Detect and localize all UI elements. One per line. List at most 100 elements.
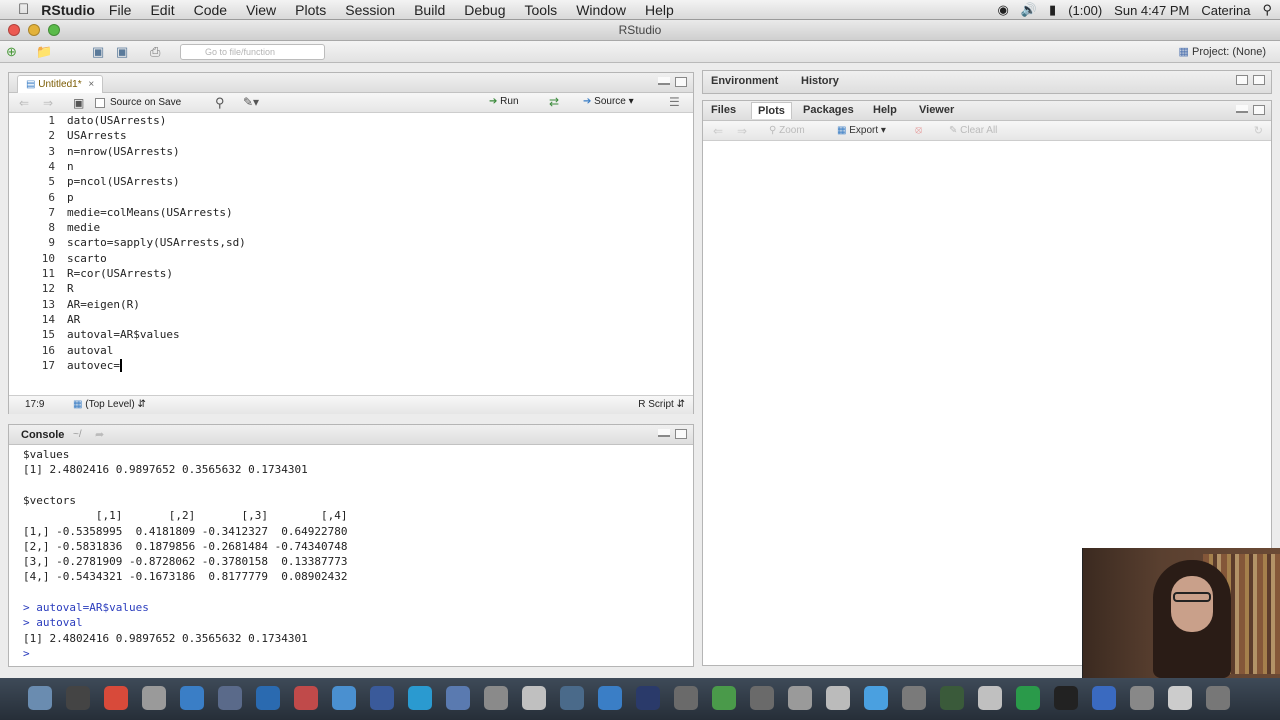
code-line[interactable]: autoval=AR$values — [67, 328, 180, 341]
menu-file[interactable]: File — [109, 2, 132, 18]
clock[interactable]: Sun 4:47 PM — [1114, 3, 1189, 18]
dock-app-icon[interactable] — [142, 686, 166, 710]
dock-app-icon[interactable] — [28, 686, 52, 710]
code-line[interactable]: autovec= — [67, 359, 120, 372]
rerun-icon[interactable]: ⇄ — [549, 95, 559, 109]
code-line[interactable]: dato(USArrests) — [67, 114, 166, 127]
source-on-save-checkbox[interactable] — [95, 98, 105, 108]
battery-icon[interactable]: ▮ — [1049, 2, 1056, 18]
run-button[interactable]: ➔ Run — [489, 96, 519, 107]
menu-view[interactable]: View — [246, 2, 276, 18]
menu-help[interactable]: Help — [645, 2, 674, 18]
goto-file-input[interactable]: Go to file/function — [180, 44, 325, 60]
dock-app-icon[interactable] — [1168, 686, 1192, 710]
dock-app-icon[interactable] — [864, 686, 888, 710]
menu-window[interactable]: Window — [576, 2, 626, 18]
tab-history[interactable]: History — [801, 75, 839, 87]
minimize-pane-button[interactable] — [658, 429, 670, 437]
dock-app-icon[interactable] — [940, 686, 964, 710]
menu-tools[interactable]: Tools — [525, 2, 558, 18]
dock-app-icon[interactable] — [294, 686, 318, 710]
find-icon[interactable]: ⚲ — [215, 95, 225, 111]
close-tab-icon[interactable]: × — [88, 79, 94, 90]
code-line[interactable]: AR — [67, 313, 80, 326]
code-line[interactable]: autoval — [67, 344, 113, 357]
close-window-button[interactable] — [8, 24, 20, 36]
dock-app-icon[interactable] — [1054, 686, 1078, 710]
code-line[interactable]: n — [67, 160, 74, 173]
tab-viewer[interactable]: Viewer — [919, 104, 954, 116]
console-output[interactable]: $values [1] 2.4802416 0.9897652 0.3565632… — [9, 445, 693, 666]
next-plot-icon[interactable]: ⇒ — [737, 124, 747, 138]
maximize-pane-button[interactable] — [1253, 105, 1265, 115]
dock-app-icon[interactable] — [636, 686, 660, 710]
save-icon[interactable]: ▣ — [92, 44, 104, 60]
back-arrow-icon[interactable]: ⇐ — [19, 96, 29, 110]
maximize-pane-button[interactable] — [675, 429, 687, 439]
dock-app-icon[interactable] — [522, 686, 546, 710]
code-line[interactable]: scarto=sapply(USArrests,sd) — [67, 236, 246, 249]
tab-environment[interactable]: Environment — [711, 75, 778, 87]
dock-app-icon[interactable] — [712, 686, 736, 710]
minimize-window-button[interactable] — [28, 24, 40, 36]
menu-session[interactable]: Session — [345, 2, 395, 18]
dock-app-icon[interactable] — [1016, 686, 1040, 710]
user-name[interactable]: Caterina — [1201, 3, 1250, 18]
menu-debug[interactable]: Debug — [464, 2, 505, 18]
dock-app-icon[interactable] — [370, 686, 394, 710]
code-tools-icon[interactable]: ✎▾ — [243, 95, 259, 109]
dock-app-icon[interactable] — [332, 686, 356, 710]
menu-code[interactable]: Code — [194, 2, 227, 18]
source-button[interactable]: ➔ Source ▾ — [583, 96, 634, 107]
dock-app-icon[interactable] — [408, 686, 432, 710]
save-all-icon[interactable]: ▣ — [116, 44, 128, 60]
dock-app-icon[interactable] — [256, 686, 280, 710]
dock-app-icon[interactable] — [484, 686, 508, 710]
code-line[interactable]: medie=colMeans(USArrests) — [67, 206, 233, 219]
code-line[interactable]: n=nrow(USArrests) — [67, 145, 180, 158]
menu-plots[interactable]: Plots — [295, 2, 326, 18]
file-type-selector[interactable]: R Script ⇵ — [638, 399, 685, 410]
dock-app-icon[interactable] — [180, 686, 204, 710]
dock-app-icon[interactable] — [1130, 686, 1154, 710]
dock-app-icon[interactable] — [826, 686, 850, 710]
dock-app-icon[interactable] — [674, 686, 698, 710]
maximize-pane-button[interactable] — [1253, 75, 1265, 85]
search-icon[interactable]: ⚲ — [1262, 2, 1272, 18]
dock-app-icon[interactable] — [788, 686, 812, 710]
document-outline-icon[interactable]: ☰ — [669, 95, 680, 109]
tab-packages[interactable]: Packages — [803, 104, 854, 116]
previous-plot-icon[interactable]: ⇐ — [713, 124, 723, 138]
dock-app-icon[interactable] — [1206, 686, 1230, 710]
go-to-directory-icon[interactable]: ➦ — [95, 428, 104, 441]
project-menu[interactable]: ▦ Project: (None) — [1179, 45, 1266, 58]
menu-build[interactable]: Build — [414, 2, 445, 18]
forward-arrow-icon[interactable]: ⇒ — [43, 96, 53, 110]
code-line[interactable]: R=cor(USArrests) — [67, 267, 173, 280]
export-button[interactable]: ▦ Export ▾ — [837, 125, 886, 136]
menu-edit[interactable]: Edit — [150, 2, 174, 18]
save-file-icon[interactable]: ▣ — [73, 96, 84, 110]
maximize-pane-button[interactable] — [675, 77, 687, 87]
code-line[interactable]: p — [67, 191, 74, 204]
dock-app-icon[interactable] — [218, 686, 242, 710]
scope-selector[interactable]: ▦ (Top Level) ⇵ — [73, 399, 146, 410]
code-line[interactable]: p=ncol(USArrests) — [67, 175, 180, 188]
dock-app-icon[interactable] — [902, 686, 926, 710]
dock-app-icon[interactable] — [1092, 686, 1116, 710]
minimize-pane-button[interactable] — [1236, 105, 1248, 113]
refresh-icon[interactable]: ↻ — [1254, 124, 1263, 137]
minimize-pane-button[interactable] — [658, 77, 670, 85]
code-line[interactable]: R — [67, 282, 74, 295]
apple-icon[interactable]:  — [18, 1, 29, 18]
dock-app-icon[interactable] — [446, 686, 470, 710]
dock-app-icon[interactable] — [560, 686, 584, 710]
tab-help[interactable]: Help — [873, 104, 897, 116]
open-project-icon[interactable]: 📁 — [36, 44, 52, 60]
dock-app-icon[interactable] — [66, 686, 90, 710]
code-line[interactable]: AR=eigen(R) — [67, 298, 140, 311]
code-line[interactable]: scarto — [67, 252, 107, 265]
dock-app-icon[interactable] — [598, 686, 622, 710]
print-icon[interactable]: ⎙ — [150, 44, 160, 60]
tab-untitled1[interactable]: ▤ Untitled1* × — [17, 75, 104, 93]
